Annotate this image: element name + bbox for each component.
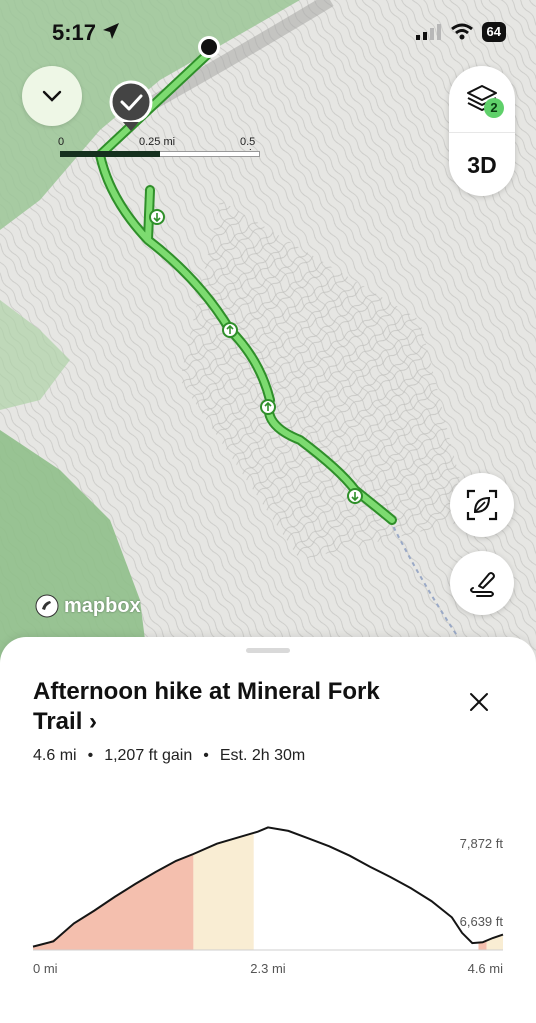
direction-arrow-icon <box>149 209 165 225</box>
stat-elevation-gain: 1,207 ft gain <box>104 747 193 764</box>
signal-icon <box>415 24 441 40</box>
scale-label: 0.25 mi <box>139 136 176 148</box>
mapbox-wordmark: mapbox <box>64 594 141 617</box>
x-tick-label: 4.6 mi <box>468 961 504 976</box>
stat-estimated-time: Est. 2h 30m <box>219 747 306 764</box>
y-tick-label-min: 6,639 ft <box>460 914 504 929</box>
focus-leaf-icon <box>466 489 498 521</box>
activity-title[interactable]: Afternoon hike at Mineral Fork Trail › <box>33 677 413 737</box>
mapbox-logo-icon <box>35 594 59 618</box>
status-icons: 64 <box>415 22 506 42</box>
mapbox-attribution[interactable]: mapbox <box>34 593 141 619</box>
route-draw-icon <box>470 572 495 597</box>
chevron-down-icon <box>42 90 62 102</box>
map-scale-bar: 0 0.25 mi 0.5 mi <box>58 136 268 160</box>
direction-arrow-icon <box>260 399 276 415</box>
stat-separator: • <box>203 747 209 764</box>
battery-indicator: 64 <box>481 22 506 42</box>
activity-stats: 4.6 mi • 1,207 ft gain • Est. 2h 30m <box>33 747 305 765</box>
layers-button[interactable]: 2 <box>449 66 515 130</box>
y-tick-label-max: 7,872 ft <box>460 836 504 851</box>
3d-toggle-button[interactable]: 3D <box>449 132 515 197</box>
scale-segment <box>60 151 160 157</box>
stat-separator: • <box>87 747 94 764</box>
grade-band <box>33 854 194 950</box>
sheet-grabber[interactable] <box>246 648 290 653</box>
x-tick-label: 0 mi <box>33 961 58 976</box>
x-tick-label: 2.3 mi <box>250 961 286 976</box>
layers-count-badge: 2 <box>484 98 504 118</box>
wifi-icon <box>450 23 473 40</box>
map-controls-panel: 2 3D <box>449 66 515 196</box>
direction-arrow-icon <box>222 322 238 338</box>
close-icon <box>470 693 488 711</box>
location-arrow-icon <box>103 23 119 39</box>
status-time: 5:17 <box>52 20 97 45</box>
activity-sheet: Afternoon hike at Mineral Fork Trail › 4… <box>0 637 536 1023</box>
status-bar: 5:17 64 <box>0 0 536 70</box>
elevation-profile-chart[interactable]: 7,872 ft 6,639 ft 0 mi 2.3 mi 4.6 mi <box>0 802 536 1002</box>
direction-arrow-icon <box>347 488 363 504</box>
recenter-button[interactable] <box>450 473 514 537</box>
scale-label: 0 <box>58 136 65 148</box>
collapse-button[interactable] <box>22 66 82 126</box>
draw-route-button[interactable] <box>450 551 514 615</box>
close-button[interactable] <box>462 685 496 719</box>
stat-distance: 4.6 mi <box>33 747 77 764</box>
